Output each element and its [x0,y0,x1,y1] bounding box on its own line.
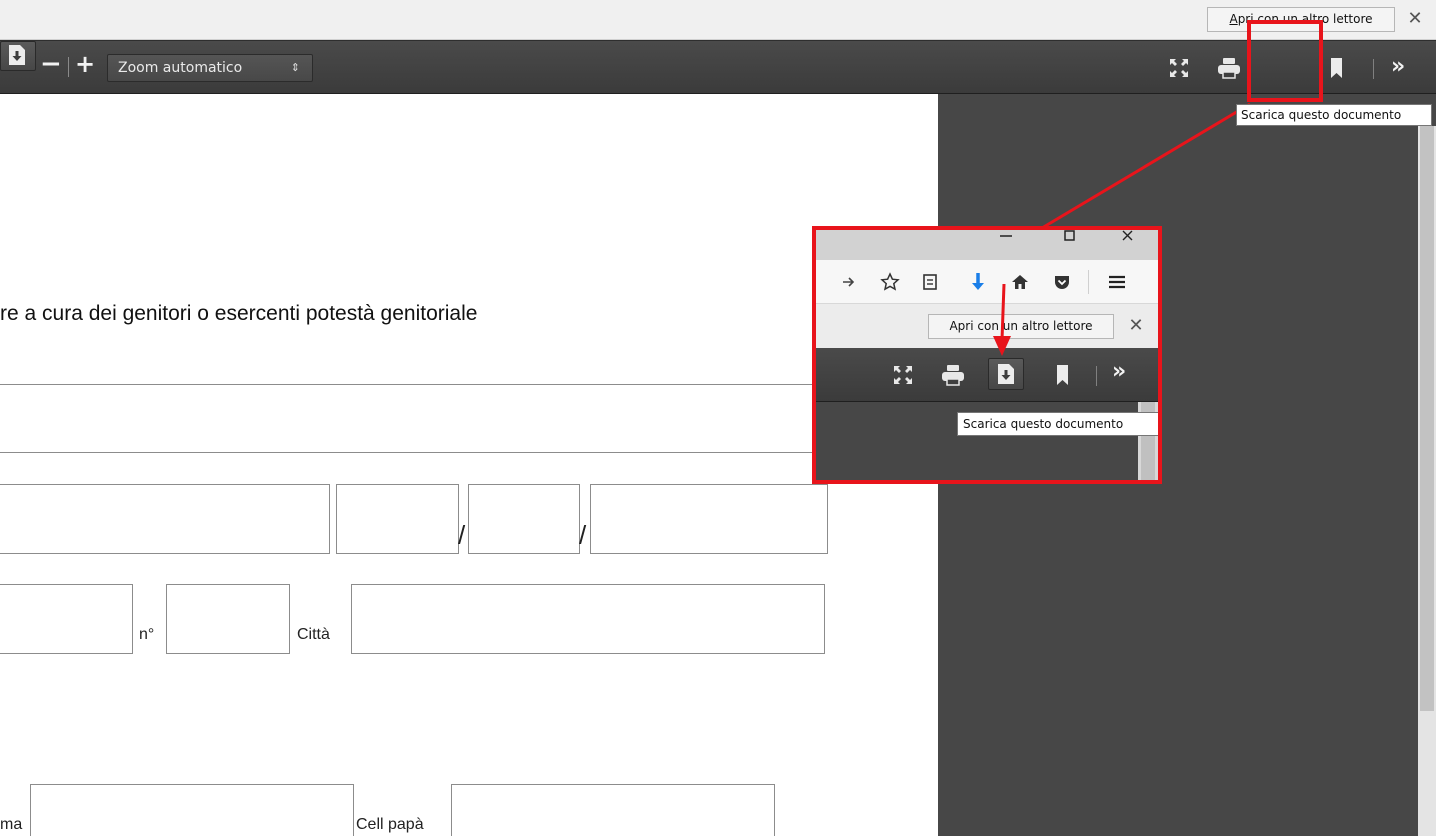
pdf-toolbar: − + Zoom automatico ⇕ » [0,40,1436,94]
label-city: Città [297,626,330,643]
form-field-cell-dad[interactable] [451,784,775,836]
form-field-name[interactable] [0,484,330,554]
toolbar-separator [1373,59,1374,79]
label-cell-dad: Cell papà [356,816,424,833]
label-number: n° [139,626,155,643]
notification-close-icon[interactable]: ✕ [1403,7,1427,31]
document-heading: re a cura dei genitori o esercenti potes… [0,302,478,325]
zoom-inset: Apri con un altro lettore ✕ » Scarica qu… [812,226,1162,484]
form-field-street[interactable] [0,584,133,654]
fullscreen-icon[interactable] [1166,55,1192,81]
print-icon[interactable] [1216,55,1242,81]
download-highlight-box [1247,20,1323,102]
scrollbar-thumb[interactable] [1420,126,1434,711]
download-icon [9,45,25,65]
notification-bar: Apri con un altro lettore ✕ [0,0,1436,40]
form-field-year[interactable] [590,484,828,554]
zoom-select[interactable]: Zoom automatico ⇕ [107,54,313,82]
date-separator: / [579,520,587,550]
zoom-in-button[interactable]: + [75,51,95,77]
bookmark-icon[interactable] [1324,55,1350,81]
form-rule [0,384,818,385]
form-field-city[interactable] [351,584,825,654]
inset-pointer-arrow-icon [993,283,1011,356]
toolbar-separator [68,57,69,77]
date-separator: / [458,520,466,550]
form-field-cell-mom[interactable] [30,784,354,836]
download-button[interactable] [0,41,36,71]
more-tools-button[interactable]: » [1391,55,1405,79]
zoom-select-value: Zoom automatico [118,60,243,76]
form-field-month[interactable] [468,484,580,554]
form-rule [0,452,818,453]
select-arrows-icon: ⇕ [290,61,300,74]
zoom-out-button[interactable]: − [40,51,62,77]
label-cell-mom: ma [0,816,23,833]
pdf-page [0,94,938,836]
download-tooltip: Scarica questo documento [1236,104,1432,126]
form-field-number[interactable] [166,584,290,654]
form-field-day[interactable] [336,484,459,554]
